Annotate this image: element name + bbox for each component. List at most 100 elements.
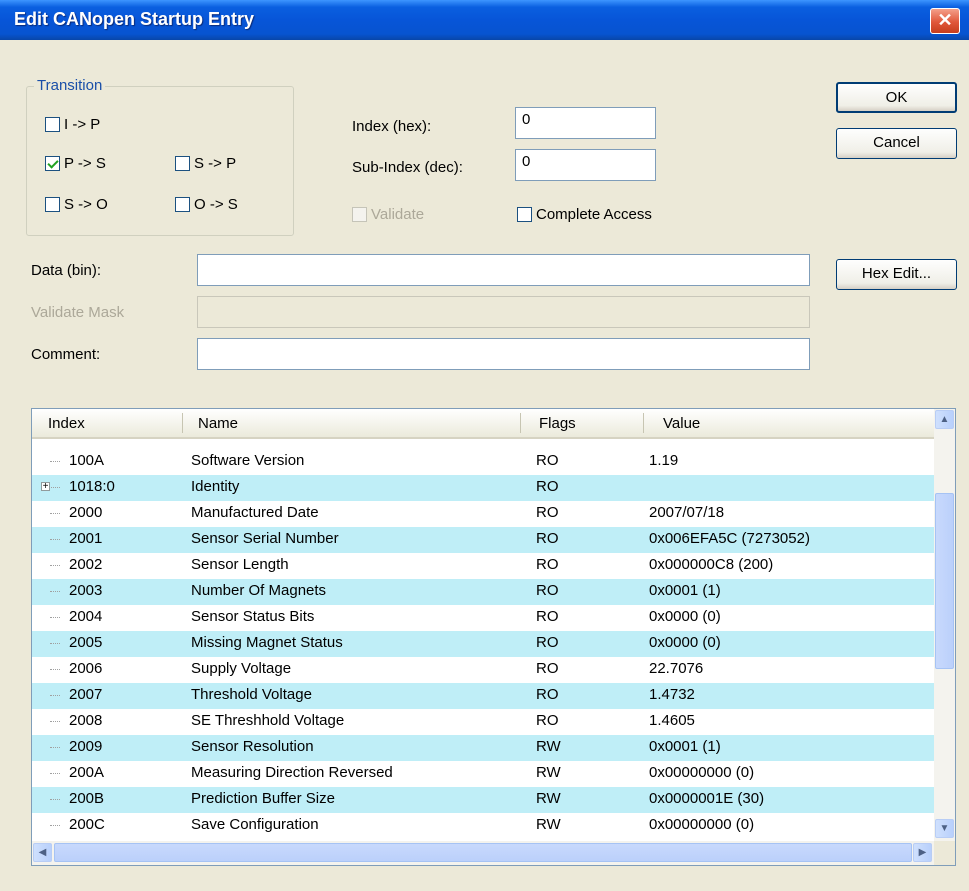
row-flags: RW <box>536 764 561 781</box>
transition-s-o-checkbox[interactable]: S -> O <box>45 196 108 213</box>
column-header-name[interactable]: Name <box>198 415 238 432</box>
table-row[interactable]: 2002 Sensor Length RO 0x000000C8 (200) <box>32 553 934 579</box>
table-row[interactable]: 2007 Threshold Voltage RO 1.4732 <box>32 683 934 709</box>
scroll-up-button[interactable]: ▲ <box>935 410 954 429</box>
vertical-scrollbar[interactable]: ▲ ▼ <box>934 409 955 841</box>
row-index: 2002 <box>69 556 103 573</box>
row-name: Sensor Resolution <box>191 738 314 755</box>
table-row[interactable]: 2005 Missing Magnet Status RO 0x0000 (0) <box>32 631 934 657</box>
row-flags: RW <box>536 816 561 833</box>
row-index: 2006 <box>69 660 103 677</box>
hex-edit-button[interactable]: Hex Edit... <box>836 259 957 290</box>
table-row[interactable]: 200B Prediction Buffer Size RW 0x0000001E (… <box>32 787 934 813</box>
scroll-right-button[interactable]: ▶ <box>913 843 932 862</box>
row-index: 2007 <box>69 686 103 703</box>
transition-s-p-checkbox[interactable]: S -> P <box>175 155 236 172</box>
row-flags: RO <box>536 660 559 677</box>
data-label: Data (bin): <box>31 262 102 279</box>
checkbox-box <box>45 117 60 132</box>
table-row[interactable]: +1018:0 Identity RO <box>32 475 934 501</box>
row-name: SE Threshhold Voltage <box>191 712 345 729</box>
row-value: 0x0000 (0) <box>649 634 721 651</box>
column-header-flags[interactable]: Flags <box>539 415 576 432</box>
comment-input[interactable] <box>197 338 810 370</box>
close-icon: ✕ <box>937 10 953 30</box>
tree-connector <box>50 747 60 748</box>
chevron-up-icon: ▲ <box>939 414 950 425</box>
expand-icon[interactable]: + <box>41 482 50 492</box>
dialog-window: Edit CANopen Startup Entry ✕ Transition … <box>0 0 969 891</box>
scroll-left-button[interactable]: ◀ <box>33 843 52 862</box>
row-name: Sensor Length <box>191 556 289 573</box>
checkbox-box <box>45 156 60 171</box>
data-input[interactable] <box>197 254 810 286</box>
table-row[interactable]: 2008 SE Threshhold Voltage RO 1.4605 <box>32 709 934 735</box>
tree-connector <box>50 773 60 774</box>
transition-i-p-checkbox[interactable]: I -> P <box>45 116 100 133</box>
horizontal-scroll-thumb[interactable] <box>54 843 912 862</box>
row-flags: RW <box>536 790 561 807</box>
row-index: 2004 <box>69 608 103 625</box>
row-value: 1.19 <box>649 452 679 469</box>
row-value: 0x000000C8 (200) <box>649 556 774 573</box>
row-name: Number Of Magnets <box>191 582 327 599</box>
table-row[interactable]: 200C Save Configuration RW 0x00000000 (0) <box>32 813 934 839</box>
subindex-input[interactable]: 0 <box>515 149 656 181</box>
vertical-scroll-thumb[interactable] <box>935 493 954 669</box>
table-row[interactable]: 2004 Sensor Status Bits RO 0x0000 (0) <box>32 605 934 631</box>
row-index: 200B <box>69 790 105 807</box>
tree-connector <box>50 643 60 644</box>
table-row[interactable]: 2000 Manufactured Date RO 2007/07/18 <box>32 501 934 527</box>
table-row[interactable]: 200A Measuring Direction Reversed RW 0x0000… <box>32 761 934 787</box>
scrollbar-corner <box>934 841 955 865</box>
row-name: Manufactured Date <box>191 504 319 521</box>
table-row[interactable]: 100A Software Version RO 1.19 <box>32 449 934 475</box>
row-value: 0x00000000 (0) <box>649 764 755 781</box>
row-index: 2008 <box>69 712 103 729</box>
ok-button[interactable]: OK <box>836 82 957 113</box>
checkbox-box <box>45 197 60 212</box>
validate-checkbox[interactable]: Validate <box>352 206 424 223</box>
row-name: Missing Magnet Status <box>191 634 343 651</box>
row-flags: RO <box>536 712 559 729</box>
complete-access-checkbox[interactable]: Complete Access <box>517 206 652 223</box>
row-flags: RO <box>536 686 559 703</box>
table-row[interactable]: 2003 Number Of Magnets RO 0x0001 (1) <box>32 579 934 605</box>
row-flags: RO <box>536 530 559 547</box>
row-index: 2000 <box>69 504 103 521</box>
row-name: Sensor Serial Number <box>191 530 339 547</box>
transition-p-s-checkbox[interactable]: P -> S <box>45 155 106 172</box>
horizontal-scrollbar[interactable]: ◀ ▶ <box>32 841 934 865</box>
validate-mask-input <box>197 296 810 328</box>
column-divider[interactable] <box>182 413 183 433</box>
scroll-down-button[interactable]: ▼ <box>935 819 954 838</box>
row-flags: RO <box>536 478 559 495</box>
table-row[interactable]: 2001 Sensor Serial Number RO 0x006EFA5C (72… <box>32 527 934 553</box>
column-header-value[interactable]: Value <box>663 415 700 432</box>
row-name: Save Configuration <box>191 816 319 833</box>
checkbox-box <box>352 207 367 222</box>
table-row[interactable]: 2009 Sensor Resolution RW 0x0001 (1) <box>32 735 934 761</box>
column-header-index[interactable]: Index <box>48 415 85 432</box>
tree-connector <box>50 565 60 566</box>
row-name: Supply Voltage <box>191 660 292 677</box>
row-flags: RO <box>536 582 559 599</box>
object-list[interactable]: Index Name Flags Value 100A Software Vers… <box>31 408 956 866</box>
row-index: 1018:0 <box>69 478 115 495</box>
row-index: 2003 <box>69 582 103 599</box>
row-value: 1.4732 <box>649 686 695 703</box>
tree-connector <box>50 617 60 618</box>
index-input[interactable]: 0 <box>515 107 656 139</box>
cancel-button[interactable]: Cancel <box>836 128 957 159</box>
table-row[interactable]: 2006 Supply Voltage RO 22.7076 <box>32 657 934 683</box>
column-divider[interactable] <box>643 413 644 433</box>
validate-label: Validate <box>371 206 425 223</box>
close-button[interactable]: ✕ <box>930 8 960 34</box>
row-value: 0x0000001E (30) <box>649 790 765 807</box>
column-divider[interactable] <box>520 413 521 433</box>
row-index: 200A <box>69 764 105 781</box>
tree-connector <box>50 695 60 696</box>
tree-connector <box>50 721 60 722</box>
transition-o-s-checkbox[interactable]: O -> S <box>175 196 238 213</box>
row-value: 2007/07/18 <box>649 504 725 521</box>
